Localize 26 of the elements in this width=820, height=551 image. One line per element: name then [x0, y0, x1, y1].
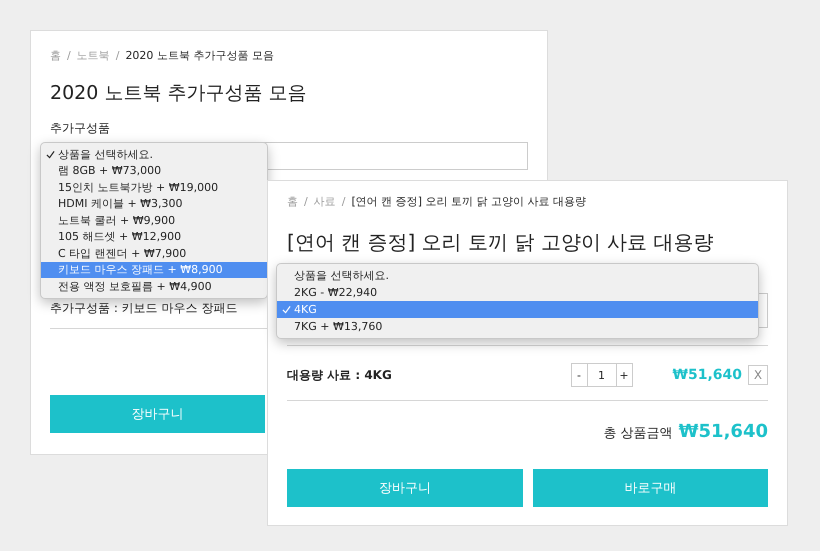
check-icon: [46, 150, 55, 159]
dropdown-option[interactable]: 전용 액정 보호필름 + ₩4,900: [41, 278, 267, 294]
total-amount: ₩51,640: [678, 421, 768, 442]
dropdown-option[interactable]: 105 해드셋 + ₩12,900: [41, 228, 267, 245]
dropdown-option[interactable]: 2KG - ₩22,940: [277, 284, 758, 301]
dropdown-option[interactable]: C 타입 랜젠더 + ₩7,900: [41, 245, 267, 262]
dropdown-option[interactable]: 상품을 선택하세요.: [41, 146, 267, 162]
dropdown-option[interactable]: 램 8GB + ₩73,000: [41, 162, 267, 179]
check-icon: [282, 305, 291, 314]
breadcrumb-separator: /: [342, 195, 346, 209]
field-label: 추가구성품: [50, 120, 111, 136]
dropdown-option[interactable]: 7KG + ₩13,760: [277, 318, 758, 335]
product-title: 2020 노트북 추가구성품 모음: [50, 81, 308, 106]
breadcrumb-separator: /: [304, 195, 308, 209]
product-title: [연어 캔 증정] 오리 토끼 닭 고양이 사료 대용량: [287, 229, 714, 255]
total-label: 총 상품금액: [604, 425, 673, 442]
item-name: 대용량 사료 : 4KG: [287, 366, 393, 384]
breadcrumb-separator: /: [116, 49, 120, 63]
remove-button[interactable]: X: [748, 365, 768, 385]
dropdown-option[interactable]: 노트북 쿨러 + ₩9,900: [41, 212, 267, 228]
dropdown-option[interactable]: 15인치 노트북가방 + ₩19,000: [41, 179, 267, 196]
breadcrumb-separator: /: [67, 49, 71, 63]
selected-option-text: 추가구성품 : 키보드 마우스 장패드: [50, 300, 238, 316]
item-price: ₩51,640: [672, 367, 742, 383]
dropdown-option[interactable]: 상품을 선택하세요.: [277, 267, 758, 284]
dropdown-option[interactable]: HDMI 케이블 + ₩3,300: [41, 196, 267, 212]
